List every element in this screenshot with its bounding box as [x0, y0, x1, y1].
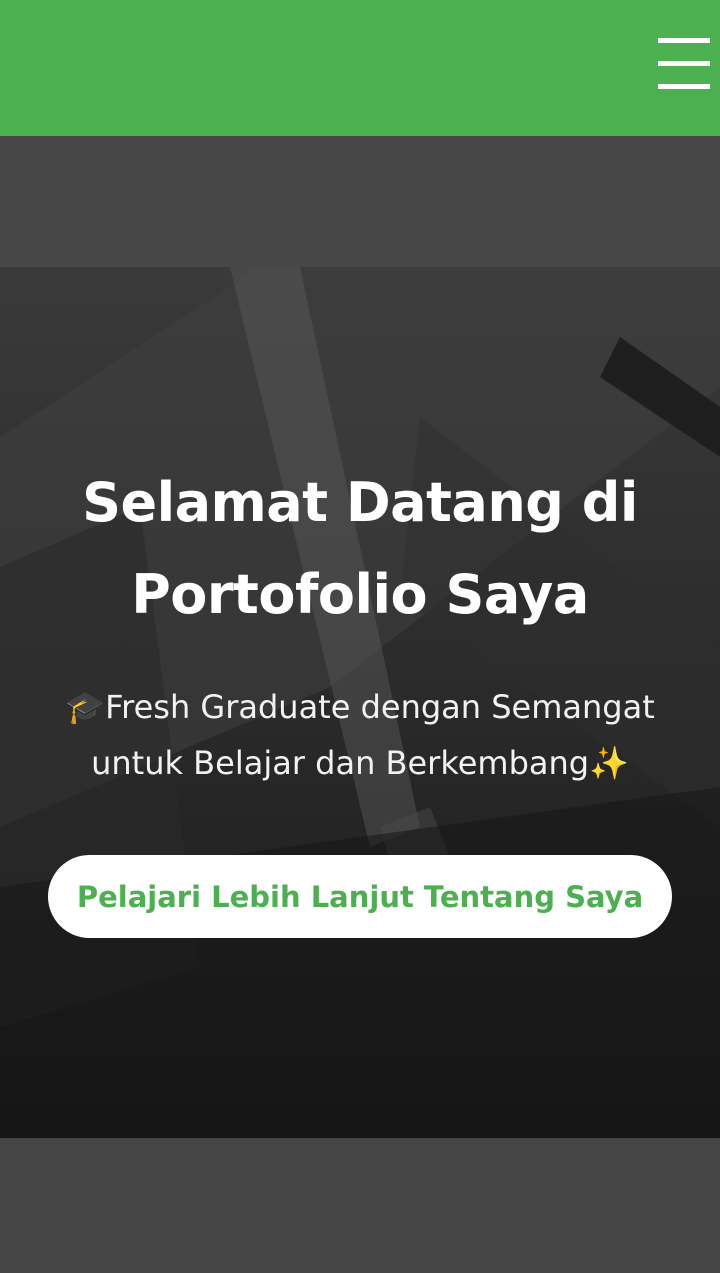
top-spacer [0, 136, 720, 267]
hero-content: Selamat Datang di Portofolio Saya 🎓Fresh… [0, 457, 720, 938]
menu-bar-2 [658, 61, 710, 66]
site-header [0, 0, 720, 136]
learn-more-button[interactable]: Pelajari Lebih Lanjut Tentang Saya [48, 855, 672, 938]
menu-bar-1 [658, 38, 710, 43]
hero-title: Selamat Datang di Portofolio Saya [82, 471, 638, 626]
hero-section: Selamat Datang di Portofolio Saya 🎓Fresh… [0, 267, 720, 1138]
hero-subtitle: 🎓Fresh Graduate dengan Semangat untuk Be… [65, 688, 655, 782]
menu-bar-3 [658, 84, 710, 89]
hamburger-menu-button[interactable] [658, 38, 710, 90]
bottom-spacer [0, 1138, 720, 1273]
